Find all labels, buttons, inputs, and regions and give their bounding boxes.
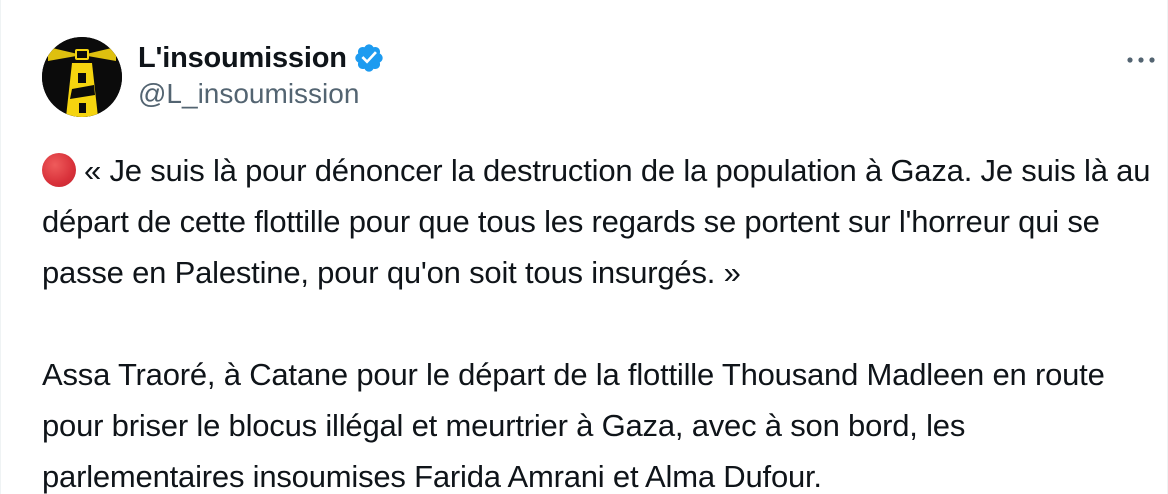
- author-name-row: L'insoumission: [138, 38, 385, 78]
- author-handle[interactable]: @L_insoumission: [138, 78, 359, 110]
- tweet-card: L'insoumission @L_insoumission « Je suis…: [0, 0, 1168, 494]
- red-circle-icon: [42, 153, 76, 187]
- tweet-caption-paragraph: Assa Traoré, à Catane pour le départ de …: [42, 357, 1105, 494]
- tweet-text: « Je suis là pour dénoncer la destructio…: [42, 145, 1157, 494]
- avatar[interactable]: [42, 37, 122, 117]
- lighthouse-logo-icon: [42, 37, 122, 117]
- tweet-quote-paragraph: « Je suis là pour dénoncer la destructio…: [42, 145, 1157, 298]
- more-options-icon[interactable]: [1125, 44, 1157, 76]
- author-display-name[interactable]: L'insoumission: [138, 42, 347, 75]
- verified-badge-icon[interactable]: [353, 42, 385, 74]
- tweet-quote: « Je suis là pour dénoncer la destructio…: [42, 153, 1151, 290]
